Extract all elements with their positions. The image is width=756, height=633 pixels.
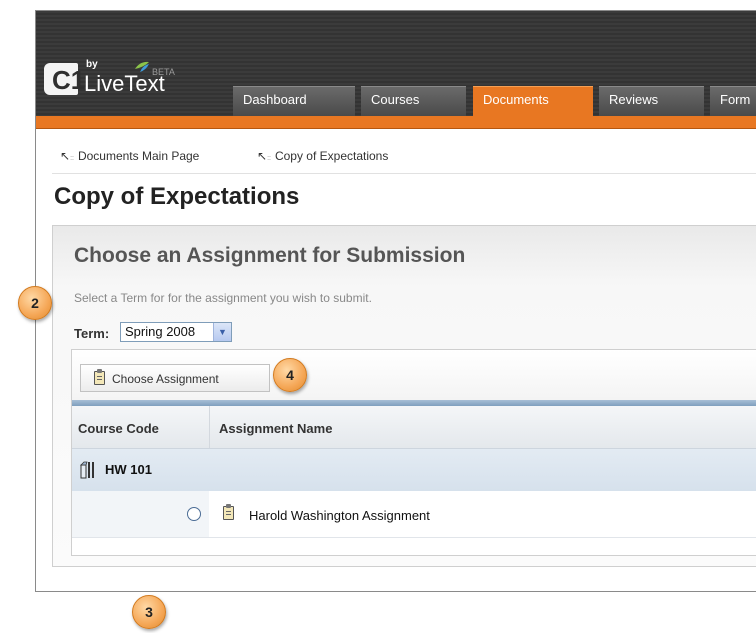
clipboard-icon — [94, 369, 105, 385]
course-code: HW 101 — [105, 462, 152, 477]
logo-by: by — [86, 59, 98, 70]
c1-logo-mark: C1 — [44, 63, 85, 95]
books-icon — [80, 461, 94, 479]
panel-hint: Select a Term for for the assignment you… — [74, 291, 372, 305]
tab-dashboard[interactable]: Dashboard — [233, 86, 355, 116]
grid-toolbar: Choose Assignment — [72, 350, 756, 400]
table-row[interactable]: Harold Washington Assignment — [72, 491, 756, 538]
logo-name: LiveText — [84, 71, 165, 96]
breadcrumb-copy-of-expectations[interactable]: ↖:: Copy of Expectations — [257, 149, 388, 163]
back-arrow-icon: ↖:: — [257, 149, 271, 163]
breadcrumb-documents-main[interactable]: ↖:: Documents Main Page — [60, 149, 199, 163]
table-header: Course Code Assignment Name — [72, 406, 756, 449]
breadcrumb-label: Documents Main Page — [77, 149, 200, 163]
term-select[interactable]: Spring 2008 ▼ — [120, 322, 232, 342]
column-divider — [209, 406, 210, 448]
nav-underline — [36, 116, 756, 129]
breadcrumb-label: Copy of Expectations — [274, 149, 389, 163]
tab-documents[interactable]: Documents — [473, 86, 593, 116]
tab-forms[interactable]: Form — [710, 86, 756, 116]
panel-title: Choose an Assignment for Submission — [74, 244, 466, 267]
divider — [52, 173, 756, 174]
column-header-assignment-name[interactable]: Assignment Name — [219, 421, 332, 436]
assignment-radio[interactable] — [187, 507, 201, 521]
callout-badge-2: 2 — [18, 286, 52, 320]
chevron-down-icon[interactable]: ▼ — [213, 323, 231, 341]
choose-assignment-label: Choose Assignment — [112, 372, 219, 386]
course-group-row[interactable]: HW 101 — [72, 449, 756, 491]
callout-badge-3: 3 — [132, 595, 166, 629]
tab-courses[interactable]: Courses — [361, 86, 466, 116]
tab-reviews[interactable]: Reviews — [599, 86, 704, 116]
back-arrow-icon: ↖:: — [60, 149, 74, 163]
callout-badge-4: 4 — [273, 358, 307, 392]
assignment-name: Harold Washington Assignment — [249, 508, 430, 523]
assignment-panel: Choose an Assignment for Submission Sele… — [52, 225, 756, 567]
choose-assignment-button[interactable]: Choose Assignment — [80, 364, 270, 392]
term-label: Term: — [74, 326, 110, 341]
logo-text: C1 — [52, 65, 86, 95]
assignment-grid: Choose Assignment Course Code Assignment… — [71, 349, 756, 556]
term-select-value: Spring 2008 — [125, 324, 196, 339]
app-window: C1 by BETA LiveText Dashboard Courses Do… — [35, 10, 756, 592]
page-title: Copy of Expectations — [54, 183, 300, 210]
clipboard-icon — [223, 504, 234, 520]
top-bar: C1 by BETA LiveText Dashboard Courses Do… — [36, 11, 756, 116]
column-header-course-code[interactable]: Course Code — [78, 421, 159, 436]
